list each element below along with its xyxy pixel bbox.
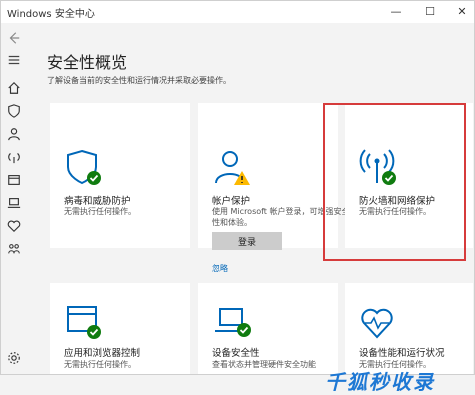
card-title: 应用和浏览器控制 [64,348,141,359]
account-icon[interactable] [5,125,23,143]
card-desc: 无需执行任何操作。 [64,207,136,216]
main-content: 安全性概览 了解设备当前的安全性和运行情况并采取必要操作。 病毒和威胁防护 无需… [27,23,474,394]
virus-threat-card[interactable]: 病毒和威胁防护 无需执行任何操作。 [50,103,190,248]
shield-check-icon [67,149,101,185]
app-browser-icon[interactable] [5,171,23,189]
card-title: 帐户保护 [212,196,251,207]
heart-monitor-icon [361,308,393,339]
family-icon[interactable] [5,240,23,258]
health-icon[interactable] [5,217,23,235]
window-title: Windows 安全中心 [7,9,95,20]
card-title: 病毒和威胁防护 [64,196,131,207]
laptop-check-icon [215,308,251,337]
settings-icon[interactable] [5,349,23,367]
menu-icon[interactable] [5,51,23,69]
card-title: 设备性能和运行状况 [359,348,445,359]
shield-icon[interactable] [5,102,23,120]
device-health-card[interactable]: 设备性能和运行状况 无需执行任何操作。 [345,283,473,374]
maximize-button[interactable]: ☐ [415,1,445,23]
home-icon[interactable] [5,79,23,97]
device-security-card[interactable]: 设备安全性 查看状态并管理硬件安全功能 [198,283,338,374]
watermark-text: 千狐秒收录 [325,370,435,394]
back-icon[interactable] [5,29,23,47]
window: Windows 安全中心 — ☐ ✕ 安全性概览 了解设备当前的安全性和运行情况… [0,0,475,394]
close-button[interactable]: ✕ [447,1,475,23]
ignore-link[interactable]: 忽略 [212,263,228,274]
app-browser-card[interactable]: 应用和浏览器控制 无需执行任何操作。 [50,283,190,374]
title-bar: Windows 安全中心 — ☐ ✕ [1,1,474,23]
device-security-icon[interactable] [5,194,23,212]
left-nav-rail [1,23,27,374]
login-button[interactable]: 登录 [212,232,282,250]
account-protection-card[interactable]: 帐户保护 使用 Microsoft 帐户登录，可增强安全性和体验。 登录 忽略 [198,103,350,273]
minimize-button[interactable]: — [381,1,411,23]
red-highlight-box [323,103,466,261]
browser-check-icon [67,306,101,339]
card-title: 设备安全性 [212,348,260,359]
network-icon[interactable] [5,148,23,166]
page-subtitle: 了解设备当前的安全性和运行情况并采取必要操作。 [47,76,231,85]
account-warning-icon [215,151,250,185]
card-desc: 无需执行任何操作。 [64,360,136,369]
page-title: 安全性概览 [47,53,128,72]
